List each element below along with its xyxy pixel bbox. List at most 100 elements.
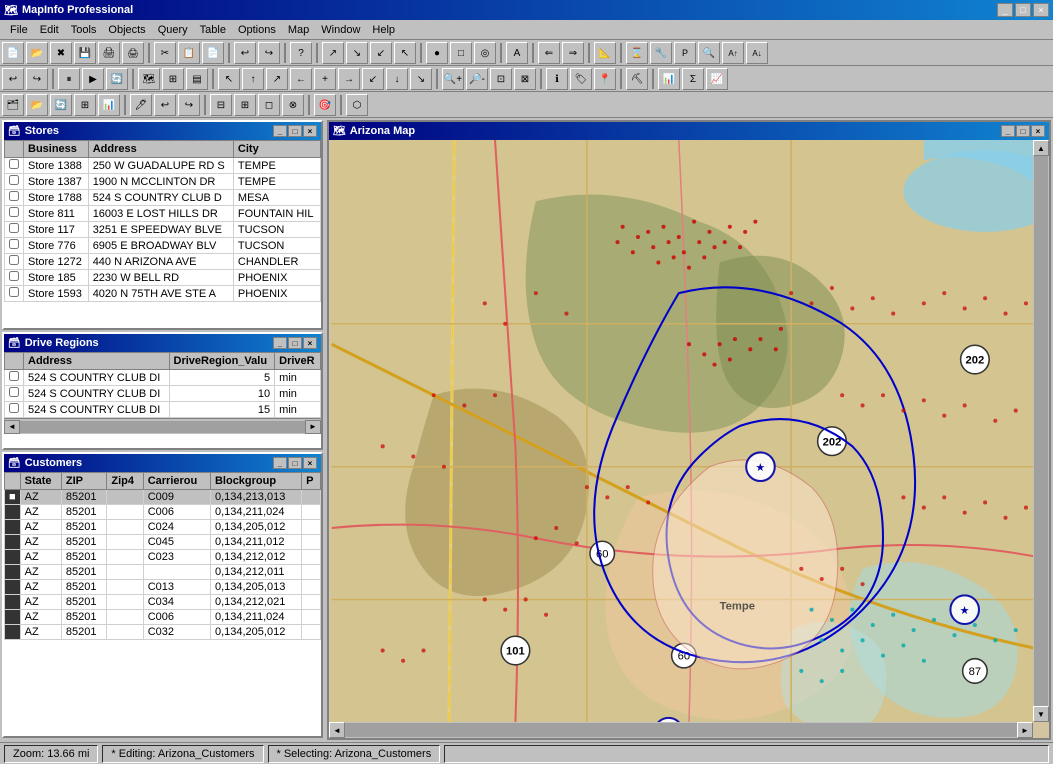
table-row[interactable]: Store 1388 250 W GUADALUPE RD S TEMPE <box>5 158 321 174</box>
tb2-grid[interactable]: ⊞ <box>162 68 184 90</box>
tb-cut[interactable]: ✂ <box>154 42 176 64</box>
menu-options[interactable]: Options <box>232 22 282 38</box>
tb2-stop[interactable]: ⏸ <box>58 68 80 90</box>
map-vscroll-track[interactable] <box>1034 156 1048 706</box>
tb2-center[interactable]: + <box>314 68 336 90</box>
tb-print[interactable]: 🖨 <box>98 42 120 64</box>
tb2-zoom-out[interactable]: 🔎- <box>466 68 488 90</box>
tb-select2[interactable]: ↘ <box>346 42 368 64</box>
tb-select4[interactable]: ↖ <box>394 42 416 64</box>
tb2-arrow-ne[interactable]: ↗ <box>266 68 288 90</box>
menu-window[interactable]: Window <box>315 22 366 38</box>
table-row[interactable]: AZ 85201 C024 0,134,205,012 <box>5 520 321 535</box>
row-checkbox[interactable] <box>5 174 24 190</box>
tb-a1[interactable]: A↑ <box>722 42 744 64</box>
table-row[interactable]: Store 811 16003 E LOST HILLS DR FOUNTAIN… <box>5 206 321 222</box>
dr-scroll-left[interactable]: ◄ <box>4 420 20 434</box>
row-checkbox[interactable] <box>5 550 21 565</box>
table-row[interactable]: Store 1593 4020 N 75TH AVE STE A PHOENIX <box>5 286 321 302</box>
tb2-refresh[interactable]: 🔄 <box>106 68 128 90</box>
app-close-button[interactable]: × <box>1033 3 1049 17</box>
table-row[interactable]: AZ 85201 C006 0,134,211,024 <box>5 610 321 625</box>
app-window-controls[interactable]: _ □ × <box>997 3 1049 17</box>
row-checkbox[interactable] <box>5 520 21 535</box>
row-checkbox[interactable] <box>5 386 24 402</box>
stores-window-controls[interactable]: _ □ × <box>273 125 317 137</box>
menu-query[interactable]: Query <box>152 22 194 38</box>
table-row[interactable]: ■ AZ 85201 C009 0,134,213,013 <box>5 490 321 505</box>
tb-undo[interactable]: ↩ <box>234 42 256 64</box>
map-scroll-left[interactable]: ◄ <box>329 722 345 738</box>
stores-close[interactable]: × <box>303 125 317 137</box>
table-row[interactable]: Store 1387 1900 N MCCLINTON DR TEMPE <box>5 174 321 190</box>
tb-close[interactable]: ✖ <box>50 42 72 64</box>
tb-print3[interactable]: P <box>674 42 696 64</box>
customers-maximize[interactable]: □ <box>288 457 302 469</box>
tb-right-arr[interactable]: ⇒ <box>562 42 584 64</box>
customers-close[interactable]: × <box>303 457 317 469</box>
menu-map[interactable]: Map <box>282 22 315 38</box>
map-title-bar[interactable]: 🗺 Arizona Map _ □ × <box>329 122 1049 140</box>
tb-print2[interactable]: 🖨 <box>122 42 144 64</box>
tb2-zoom-in[interactable]: 🔍+ <box>442 68 464 90</box>
row-checkbox[interactable] <box>5 402 24 418</box>
tb-wrench[interactable]: 🔧 <box>650 42 672 64</box>
map-minimize[interactable]: _ <box>1001 125 1015 137</box>
app-maximize-button[interactable]: □ <box>1015 3 1031 17</box>
tb2-zoom-sel[interactable]: ⊠ <box>514 68 536 90</box>
tb2-map[interactable]: 🗺 <box>138 68 160 90</box>
row-checkbox[interactable]: ■ <box>5 490 21 505</box>
drive-regions-minimize[interactable]: _ <box>273 337 287 349</box>
tb3-plus2[interactable]: ⊞ <box>234 94 256 116</box>
tb2-zoom-fit[interactable]: ⊡ <box>490 68 512 90</box>
row-checkbox[interactable] <box>5 286 24 302</box>
map-hscroll-track[interactable] <box>345 723 1017 737</box>
tb-copy[interactable]: 📋 <box>178 42 200 64</box>
tb-zoom-tools[interactable]: 🔍 <box>698 42 720 64</box>
row-checkbox[interactable] <box>5 190 24 206</box>
tb2-undo[interactable]: ↩ <box>2 68 24 90</box>
table-row[interactable]: Store 117 3251 E SPEEDWAY BLVE TUCSON <box>5 222 321 238</box>
tb-redo[interactable]: ↪ <box>258 42 280 64</box>
tb-clock[interactable]: ⌛ <box>626 42 648 64</box>
table-row[interactable]: Store 1272 440 N ARIZONA AVE CHANDLER <box>5 254 321 270</box>
row-checkbox[interactable] <box>5 610 21 625</box>
table-row[interactable]: AZ 85201 C006 0,134,211,024 <box>5 505 321 520</box>
tb2-table[interactable]: 📊 <box>658 68 680 90</box>
table-row[interactable]: 524 S COUNTRY CLUB DI 5 min <box>5 370 321 386</box>
tb2-redo[interactable]: ↪ <box>26 68 48 90</box>
tb2-play[interactable]: ▶ <box>82 68 104 90</box>
customers-window-controls[interactable]: _ □ × <box>273 457 317 469</box>
tb-polyg[interactable]: ◎ <box>474 42 496 64</box>
drive-regions-hscroll[interactable]: ◄ ► <box>4 418 321 434</box>
tb3-hex[interactable]: ⬡ <box>346 94 368 116</box>
tb3-folder[interactable]: 🗂 <box>2 94 24 116</box>
map-maximize[interactable]: □ <box>1016 125 1030 137</box>
table-row[interactable]: AZ 85201 0,134,212,011 <box>5 565 321 580</box>
row-checkbox[interactable] <box>5 270 24 286</box>
tb-select3[interactable]: ↙ <box>370 42 392 64</box>
table-row[interactable]: Store 1788 524 S COUNTRY CLUB D MESA <box>5 190 321 206</box>
row-checkbox[interactable] <box>5 535 21 550</box>
customers-title-bar[interactable]: 🗃 Customers _ □ × <box>4 454 321 472</box>
map-scroll-up[interactable]: ▲ <box>1033 140 1049 156</box>
drive-regions-window-controls[interactable]: _ □ × <box>273 337 317 349</box>
tb3-plus[interactable]: ⊞ <box>74 94 96 116</box>
tb-open[interactable]: 📂 <box>26 42 48 64</box>
map-close[interactable]: × <box>1031 125 1045 137</box>
drive-regions-maximize[interactable]: □ <box>288 337 302 349</box>
row-checkbox[interactable] <box>5 238 24 254</box>
tb3-open2[interactable]: 📂 <box>26 94 48 116</box>
dr-scroll-right[interactable]: ► <box>305 420 321 434</box>
tb3-target[interactable]: 🎯 <box>314 94 336 116</box>
row-checkbox[interactable] <box>5 565 21 580</box>
table-row[interactable]: Store 185 2230 W BELL RD PHOENIX <box>5 270 321 286</box>
tb-help[interactable]: ? <box>290 42 312 64</box>
map-canvas[interactable]: 101 202 202 87 60 <box>329 140 1049 722</box>
menu-edit[interactable]: Edit <box>34 22 65 38</box>
row-checkbox[interactable] <box>5 254 24 270</box>
tb2-layer[interactable]: ▤ <box>186 68 208 90</box>
row-checkbox[interactable] <box>5 580 21 595</box>
stores-title-bar[interactable]: 🗃 Stores _ □ × <box>4 122 321 140</box>
map-vscrollbar[interactable]: ▲ ▼ <box>1033 140 1049 722</box>
